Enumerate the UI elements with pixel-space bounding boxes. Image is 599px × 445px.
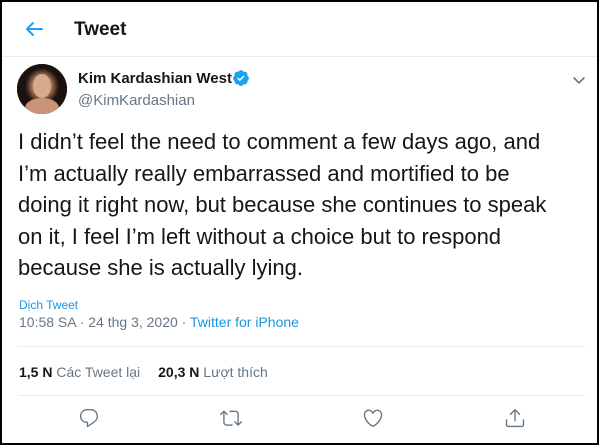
retweets-count: 1,5 N	[19, 364, 53, 380]
likes-stat[interactable]: 20,3 N Lượt thích	[158, 364, 268, 380]
verified-badge-icon	[233, 70, 249, 86]
tweet-stats: 1,5 N Các Tweet lại 20,3 N Lượt thích	[19, 364, 268, 380]
chevron-down-icon[interactable]	[571, 72, 587, 88]
tweet-source-link[interactable]: Twitter for iPhone	[190, 314, 299, 330]
page-title: Tweet	[74, 19, 127, 40]
tweet-text: I didn’t feel the need to comment a few …	[18, 129, 547, 280]
header-bar: Tweet	[2, 2, 597, 57]
divider	[18, 395, 585, 396]
heart-icon[interactable]	[362, 407, 384, 429]
author-name[interactable]: Kim Kardashian West	[78, 70, 232, 87]
reply-icon[interactable]	[78, 407, 100, 429]
divider	[18, 346, 585, 347]
tweet-timestamp[interactable]: 10:58 SA · 24 thg 3, 2020	[19, 314, 178, 330]
likes-count: 20,3 N	[158, 364, 200, 380]
tweet-frame: Tweet Kim Kardashian West @KimKardashian…	[0, 0, 599, 445]
retweets-label: Các Tweet lại	[56, 364, 141, 380]
share-icon[interactable]	[504, 407, 526, 429]
retweet-icon[interactable]	[220, 407, 242, 429]
action-bar	[2, 407, 597, 437]
arrow-left-icon[interactable]	[22, 17, 46, 41]
author-handle[interactable]: @KimKardashian	[78, 92, 195, 109]
meta-separator: ·	[177, 314, 190, 330]
translate-tweet-link[interactable]: Dịch Tweet	[19, 298, 78, 312]
avatar[interactable]	[17, 64, 67, 114]
tweet-meta: 10:58 SA · 24 thg 3, 2020 · Twitter for …	[19, 314, 299, 330]
retweets-stat[interactable]: 1,5 N Các Tweet lại	[19, 364, 140, 380]
likes-label: Lượt thích	[203, 364, 268, 380]
